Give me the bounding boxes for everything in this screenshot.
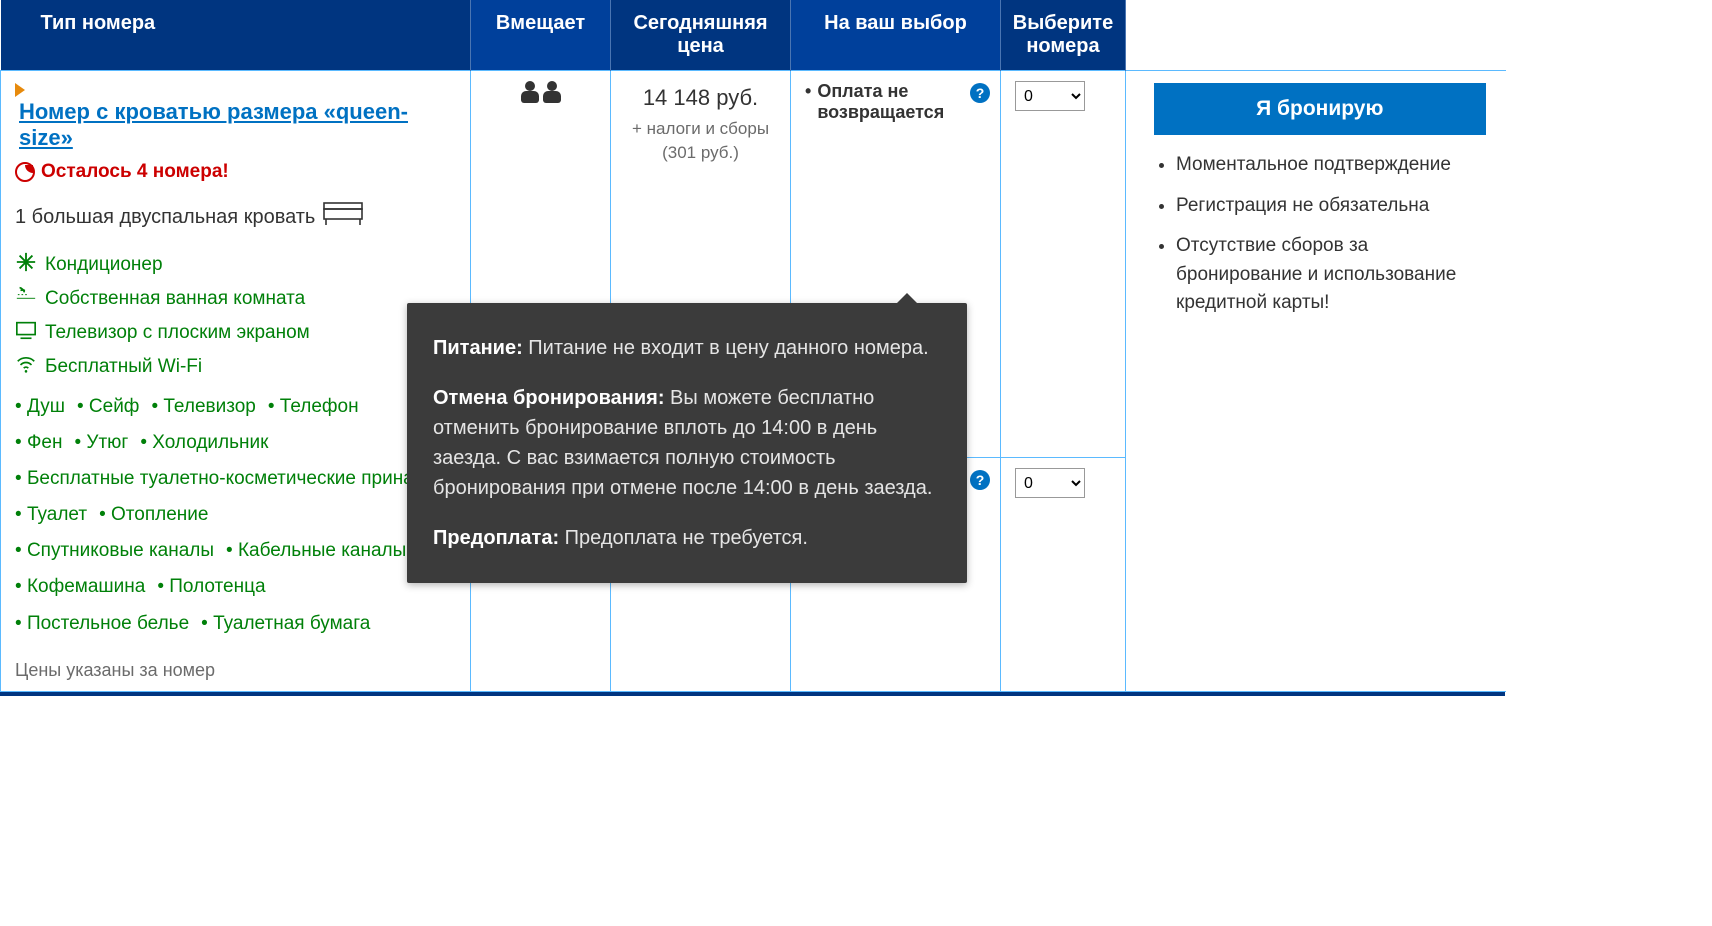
sidebar-benefit: Моментальное подтверждение — [1176, 151, 1486, 180]
facility-bullet: Холодильник — [140, 432, 268, 453]
facility-wifi: Бесплатный Wi-Fi — [15, 353, 456, 381]
room-name-link[interactable]: Номер с кроватью размера «queen-size» — [15, 99, 456, 151]
price-note: Цены указаны за номер — [15, 660, 456, 681]
facility-tv: Телевизор с плоским экраном — [15, 319, 456, 347]
room-info-cell: Номер с кроватью размера «queen-size» Ос… — [1, 71, 471, 692]
facility-bullet: Туалет — [15, 504, 87, 525]
header-price: Сегодняшняя цена — [611, 0, 791, 71]
clock-icon — [15, 162, 35, 182]
room-quantity-select-1[interactable]: 0 — [1015, 81, 1085, 111]
scarcity-badge: Осталось 4 номера! — [15, 161, 456, 183]
help-icon[interactable]: ? — [970, 83, 990, 103]
conditions-tooltip: Питание: Питание не входит в цену данног… — [407, 303, 967, 583]
header-room-type: Тип номера — [1, 0, 471, 71]
sidebar-cell: Я бронирую Моментальное подтверждение Рег… — [1126, 71, 1506, 692]
book-button[interactable]: Я бронирую — [1154, 83, 1486, 135]
facility-bullet: Туалетная бумага — [201, 613, 370, 634]
facility-bullet: Спутниковые каналы — [15, 540, 214, 561]
facility-bullet: Фен — [15, 432, 62, 453]
facility-bullet: Кофемашина — [15, 576, 145, 597]
facility-bullet: Телевизор — [151, 396, 255, 417]
facility-bullet: Отопление — [99, 504, 208, 525]
facility-bullet: Душ — [15, 396, 65, 417]
bed-icon — [323, 201, 363, 233]
help-icon[interactable]: ? — [970, 470, 990, 490]
facility-bullet: Кабельные каналы — [226, 540, 406, 561]
select-cell-2: 0 — [1001, 458, 1126, 691]
header-select: Выберите номера — [1001, 0, 1126, 71]
select-cell-1: 0 — [1001, 71, 1126, 458]
facility-bullet: Утюг — [74, 432, 128, 453]
header-fits: Вмещает — [471, 0, 611, 71]
person-icon — [521, 81, 539, 103]
facility-bullet: Полотенца — [157, 576, 265, 597]
tv-icon — [15, 319, 37, 347]
expand-caret-icon[interactable] — [15, 83, 25, 97]
ac-icon — [15, 251, 37, 279]
facility-bath: Собственная ванная комната — [15, 285, 456, 313]
header-choice: На ваш выбор — [791, 0, 1001, 71]
bed-info: 1 большая двуспальная кровать — [15, 201, 456, 233]
sidebar-benefit: Регистрация не обязательна — [1176, 192, 1486, 221]
facility-bullet: Сейф — [77, 396, 139, 417]
room-quantity-select-2[interactable]: 0 — [1015, 468, 1085, 498]
facility-bullet: Постельное белье — [15, 613, 189, 634]
bath-icon — [15, 285, 37, 313]
sidebar-benefit: Отсутствие сборов за бронирование и испо… — [1176, 232, 1486, 318]
wifi-icon — [15, 353, 37, 381]
facility-ac: Кондиционер — [15, 251, 456, 279]
person-icon — [543, 81, 561, 103]
facility-bullet: Телефон — [268, 396, 359, 417]
